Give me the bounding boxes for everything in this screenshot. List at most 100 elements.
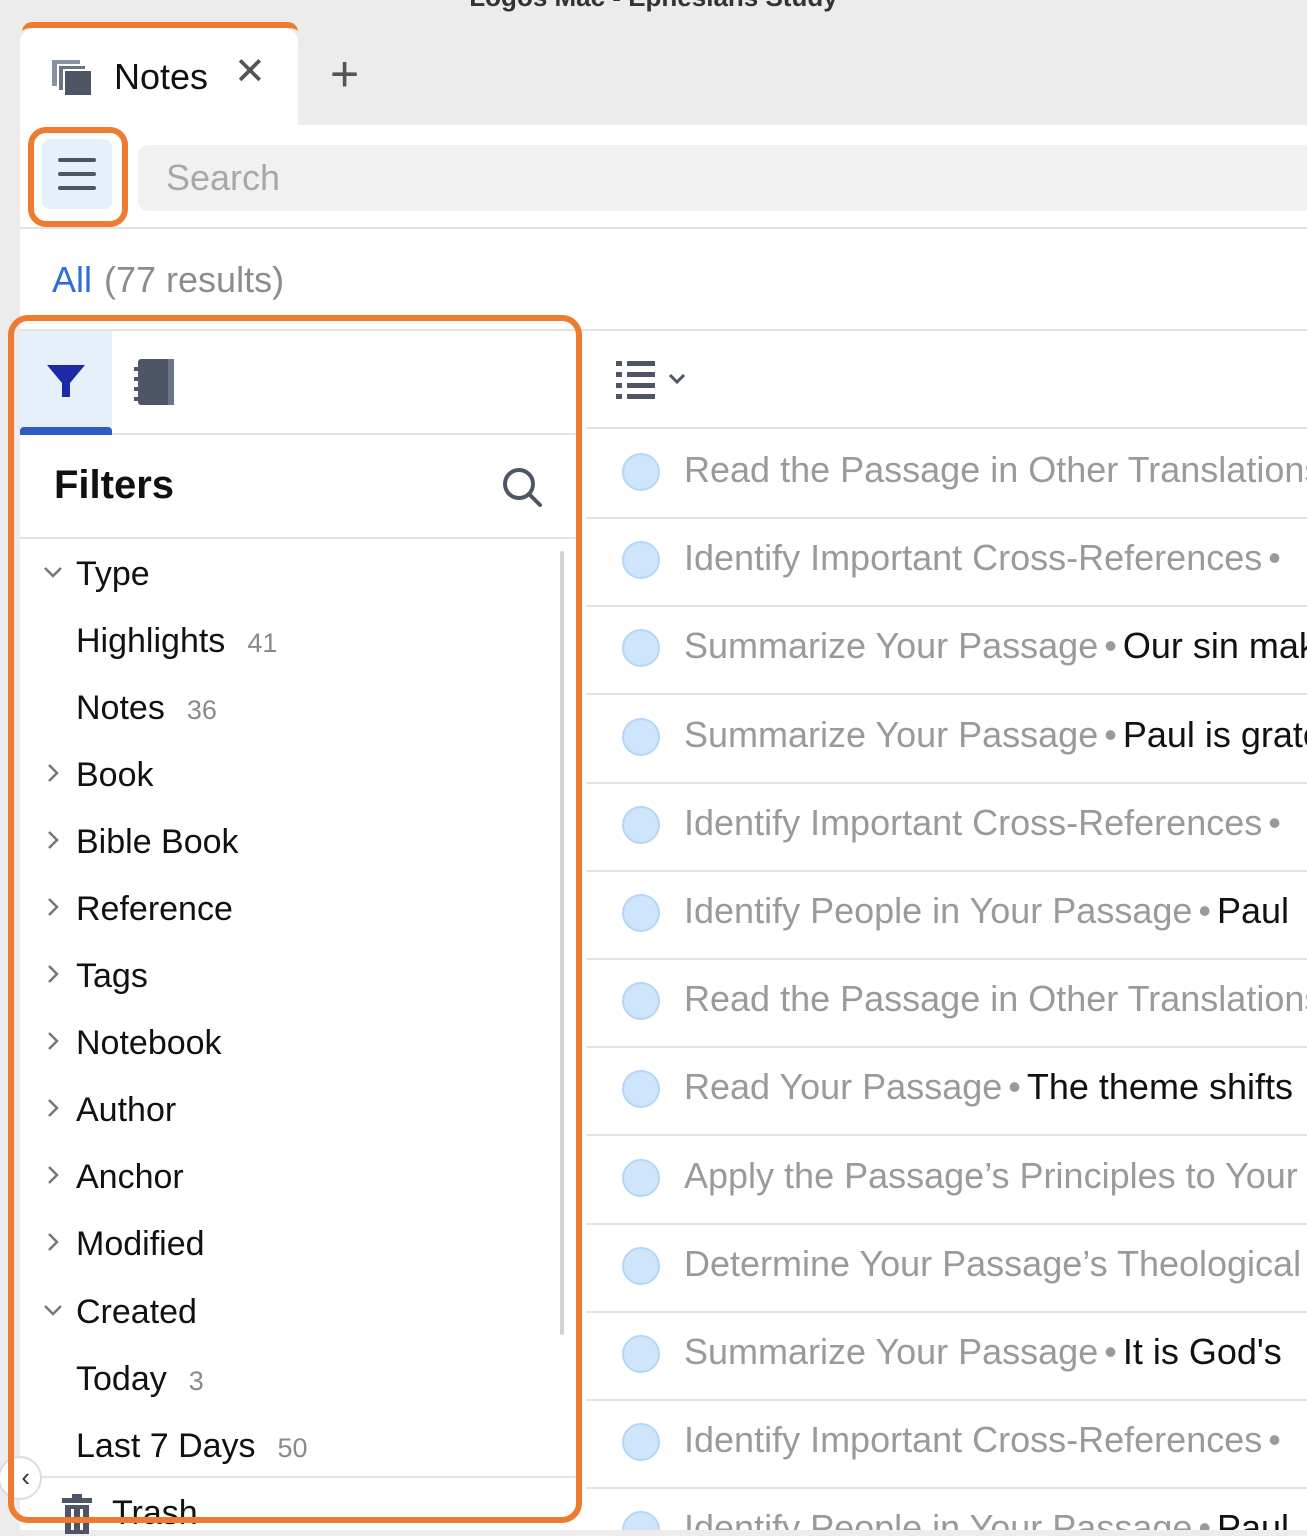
search-icon[interactable] [500,465,544,509]
filter-label: Last 7 Days [76,1427,256,1465]
note-row[interactable]: Summarize Your Passage • It is God's [586,1313,1307,1401]
chevron-right-icon [48,764,59,782]
note-row[interactable]: Read the Passage in Other Translations• [586,431,1307,519]
note-separator: • [1104,713,1117,755]
note-status-icon[interactable] [622,629,660,668]
note-row[interactable]: Determine Your Passage’s Theological• [586,1225,1307,1313]
note-title: Read the Passage in Other Translations [684,449,1307,490]
note-title: Identify Important Cross-References [684,1419,1263,1461]
trash-item[interactable]: Trash [20,1476,576,1536]
note-status-icon[interactable] [622,894,660,932]
filter-group-reference[interactable]: Reference [20,880,560,940]
note-separator: • [1104,1331,1117,1372]
filter-label: Today [76,1360,167,1398]
note-status-icon[interactable] [622,541,660,580]
note-text: Determine Your Passage’s Theological• [684,1243,1307,1285]
note-status-icon[interactable] [622,982,660,1021]
filters-title: Filters [54,463,175,507]
filter-group-created[interactable]: Created [20,1283,560,1343]
chevron-right-icon [48,1166,59,1184]
filter-option-notes[interactable]: Notes 36 [20,679,560,739]
chevron-right-icon [48,1233,59,1251]
note-status-icon[interactable] [622,1335,660,1373]
chevron-down-icon [44,567,62,578]
note-separator: • [1198,1507,1211,1530]
note-status-icon[interactable] [622,453,660,491]
filter-label: Reference [76,890,233,928]
note-status-icon[interactable] [622,1246,660,1285]
note-body: The theme shifts [1026,1066,1293,1108]
note-row[interactable]: Identify People in Your Passage • Paul [586,1489,1307,1530]
note-separator: • [1268,801,1281,843]
filter-group-author[interactable]: Author [20,1081,560,1141]
filter-label: Notebook [76,1024,222,1062]
list-toolbar [586,331,1307,429]
filter-group-modified[interactable]: Modified [20,1215,560,1275]
note-text: Identify Important Cross-References • [684,537,1287,579]
note-text: Apply the Passage’s Principles to Your L… [684,1155,1307,1197]
note-text: Read the Passage in Other Translations• [684,978,1307,1020]
filter-option-highlights[interactable]: Highlights 41 [20,612,560,672]
note-text: Read the Passage in Other Translations• [684,449,1307,491]
note-row[interactable]: Identify Important Cross-References • [586,784,1307,872]
trash-icon [62,1494,92,1534]
filter-label: Anchor [76,1158,184,1196]
filter-label: Bible Book [76,823,239,861]
note-row[interactable]: Identify People in Your Passage • Paul [586,872,1307,960]
close-tab-icon[interactable]: ✕ [234,50,266,94]
filter-group-notebook[interactable]: Notebook [20,1014,560,1074]
tab-notes[interactable]: Notes ✕ [20,28,298,125]
chevron-right-icon [48,1099,59,1117]
filter-option-last-7-days[interactable]: Last 7 Days 50 [20,1417,560,1477]
note-title: Summarize Your Passage [684,1331,1099,1372]
collapse-sidebar-button[interactable]: ‹ [0,1456,42,1500]
note-text: Identify Important Cross-References • [684,1419,1287,1461]
filter-group-anchor[interactable]: Anchor [20,1148,560,1208]
filter-group-type[interactable]: Type [20,545,560,605]
note-separator: • [1198,890,1211,931]
note-body: It is God's [1122,1331,1282,1372]
tab-filters[interactable] [20,331,112,435]
note-title: Apply the Passage’s Principles to Your L… [684,1154,1307,1196]
tab-label: Notes [114,56,209,97]
note-text: Identify Important Cross-References • [684,802,1287,844]
add-tab-button[interactable]: + [330,48,359,100]
note-row[interactable]: Read Your Passage • The theme shifts [586,1048,1307,1137]
note-status-icon[interactable] [622,1158,660,1197]
chevron-right-icon [48,898,59,916]
note-row[interactable]: Summarize Your Passage•Paul is grateful [586,696,1307,784]
notebook-icon[interactable] [132,355,180,411]
note-status-icon[interactable] [622,805,660,844]
note-status-icon[interactable] [622,1070,660,1109]
filter-tree: Type Highlights 41 Notes 36 Book Bible Boo… [20,539,576,1479]
note-text: Summarize Your Passage•Paul is grateful [684,714,1307,756]
note-status-icon[interactable] [622,1511,660,1530]
filter-label: Notes [76,689,165,727]
sidebar-scrollbar[interactable] [560,551,564,1335]
trash-label: Trash [112,1494,198,1532]
filter-group-bible-book[interactable]: Bible Book [20,813,560,873]
filter-option-today[interactable]: Today 3 [20,1350,560,1410]
note-row[interactable]: Read the Passage in Other Translations• [586,960,1307,1049]
note-text: Summarize Your Passage • It is God's [684,1331,1282,1373]
filter-group-tags[interactable]: Tags [20,947,560,1007]
note-row[interactable]: Apply the Passage’s Principles to Your L… [586,1137,1307,1225]
tab-highlight-outline [22,22,298,32]
note-title: Identify Important Cross-References [684,537,1263,579]
note-row[interactable]: Identify Important Cross-References • [586,519,1307,608]
notes-icon [52,60,93,97]
chevron-right-icon [48,831,59,849]
note-status-icon[interactable] [622,717,660,756]
filter-group-book[interactable]: Book [20,746,560,806]
filter-label: Type [76,555,150,593]
tab-bar: Notes ✕ + [0,0,1307,125]
note-row[interactable]: Summarize Your Passage•Our sin makes [586,607,1307,696]
note-status-icon[interactable] [622,1423,660,1462]
note-separator: • [1268,1419,1281,1461]
list-view-icon[interactable] [614,359,694,403]
note-text: Summarize Your Passage•Our sin makes [684,625,1307,667]
scope-all-link[interactable]: All [52,259,92,300]
note-row[interactable]: Identify Important Cross-References • [586,1401,1307,1490]
note-body: Paul [1217,1507,1290,1530]
search-input[interactable] [138,145,1307,211]
